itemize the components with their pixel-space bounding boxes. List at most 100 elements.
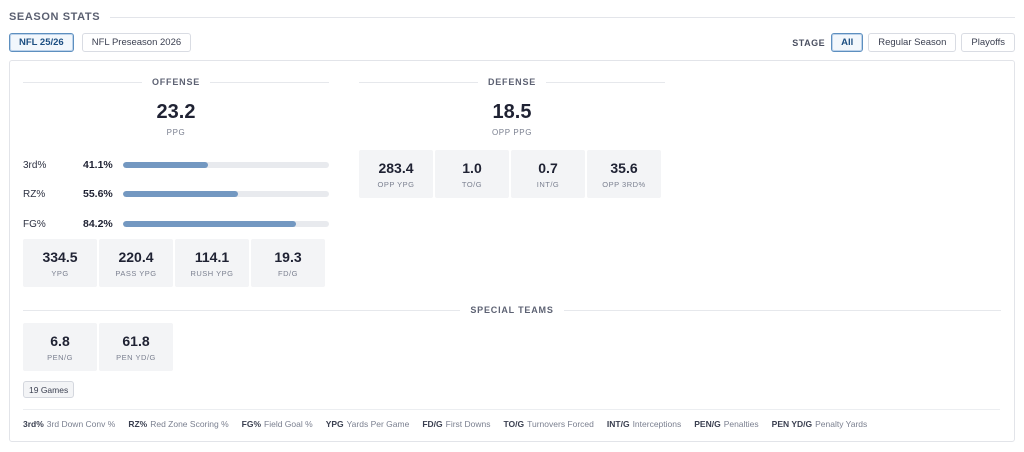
legend-key: RZ% xyxy=(128,419,148,429)
legend-item: PEN YD/G Penalty Yards xyxy=(772,419,868,429)
defense-title: DEFENSE xyxy=(487,77,537,87)
divider xyxy=(546,81,666,83)
defense-section-header: DEFENSE xyxy=(359,76,666,88)
offense-section-header: OFFENSE xyxy=(23,76,330,88)
stat-tile-fd-g: 19.3 FD/G xyxy=(251,239,325,287)
legend-desc: First Downs xyxy=(445,419,491,429)
stat-bar-3rd: 3rd% 41.1% xyxy=(23,158,329,172)
legend-key: INT/G xyxy=(606,419,630,429)
stat-tile-value: 61.8 xyxy=(122,332,150,349)
stats-panel: OFFENSE 23.2 PPG 3rd% 41.1% RZ% 55.6% FG… xyxy=(9,60,1015,442)
stat-tile-value: 114.1 xyxy=(194,248,230,265)
games-count-badge: 19 Games xyxy=(23,381,75,398)
stat-tile-value: 1.0 xyxy=(462,159,482,176)
legend-divider xyxy=(23,409,1000,410)
legend-key: FD/G xyxy=(422,419,443,429)
stat-bar-label: FG% xyxy=(23,218,46,230)
stat-bar-fg: FG% 84.2% xyxy=(23,217,329,231)
stat-tile-value: 334.5 xyxy=(42,248,78,265)
legend-item: INT/G Interceptions xyxy=(607,419,681,429)
stat-tile-pass-ypg: 220.4 PASS YPG xyxy=(99,239,173,287)
legend-item: PEN/G Penalties xyxy=(694,419,758,429)
stat-tile-label: INT/G xyxy=(536,179,560,189)
progress-fill xyxy=(123,191,238,197)
stat-bar-value: 41.1% xyxy=(83,159,113,171)
stat-tile-label: FD/G xyxy=(278,268,298,278)
stat-tile-ypg: 334.5 YPG xyxy=(23,239,97,287)
stat-tile-value: 35.6 xyxy=(610,159,638,176)
legend-item: RZ% Red Zone Scoring % xyxy=(128,419,228,429)
defense-tiles: 283.4 OPP YPG 1.0 TO/G 0.7 INT/G 35.6 OP… xyxy=(359,150,661,198)
legend-desc: Turnovers Forced xyxy=(527,419,594,429)
stage-label: STAGE xyxy=(792,37,826,48)
legend-key: YPG xyxy=(325,419,344,429)
stat-bar-label: RZ% xyxy=(23,188,46,200)
legend-desc: Penalty Yards xyxy=(815,419,868,429)
stat-tile-to-g: 1.0 TO/G xyxy=(435,150,509,198)
offense-ppg-value: 23.2 xyxy=(156,101,196,123)
legend-desc: Red Zone Scoring % xyxy=(150,419,229,429)
stat-tile-value: 19.3 xyxy=(274,248,302,265)
legend-desc: Interceptions xyxy=(632,419,682,429)
legend-desc: Yards Per Game xyxy=(346,419,410,429)
divider xyxy=(23,309,461,311)
legend-key: TO/G xyxy=(503,419,525,429)
progress-fill xyxy=(123,221,297,227)
stat-tile-value: 6.8 xyxy=(50,332,70,349)
offense-tiles: 334.5 YPG 220.4 PASS YPG 114.1 RUSH YPG … xyxy=(23,239,325,287)
stat-tile-pen-yd-g: 61.8 PEN YD/G xyxy=(99,323,173,371)
stat-bar-value: 55.6% xyxy=(83,188,113,200)
legend-item: FD/G First Downs xyxy=(422,419,490,429)
stat-tile-int-g: 0.7 INT/G xyxy=(511,150,585,198)
special-teams-tiles: 6.8 PEN/G 61.8 PEN YD/G xyxy=(23,323,173,371)
divider xyxy=(563,309,1001,311)
legend-desc: 3rd Down Conv % xyxy=(46,419,116,429)
stat-tile-label: OPP YPG xyxy=(377,179,415,189)
defense-opp-ppg-value: 18.5 xyxy=(492,101,532,123)
stat-tile-label: YPG xyxy=(51,268,69,278)
offense-title: OFFENSE xyxy=(151,77,201,87)
stat-tile-label: PASS YPG xyxy=(115,268,157,278)
abbreviation-legend: 3rd% 3rd Down Conv % RZ% Red Zone Scoring … xyxy=(23,419,867,429)
header-divider xyxy=(110,16,1015,18)
legend-item: YPG Yards Per Game xyxy=(326,419,410,429)
stat-tile-opp-ypg: 283.4 OPP YPG xyxy=(359,150,433,198)
legend-item: 3rd% 3rd Down Conv % xyxy=(23,419,115,429)
stage-button-regular-season[interactable]: Regular Season xyxy=(868,33,957,52)
progress-track xyxy=(123,162,329,168)
offense-ppg-label: PPG xyxy=(166,128,186,137)
progress-fill xyxy=(123,162,208,168)
legend-item: FG% Field Goal % xyxy=(242,419,313,429)
legend-item: TO/G Turnovers Forced xyxy=(504,419,594,429)
stat-tile-value: 283.4 xyxy=(378,159,414,176)
stat-tile-pen-g: 6.8 PEN/G xyxy=(23,323,97,371)
stat-bar-rz: RZ% 55.6% xyxy=(23,187,329,201)
stat-tile-rush-ypg: 114.1 RUSH YPG xyxy=(175,239,249,287)
page-title: SEASON STATS xyxy=(9,11,101,23)
stat-bar-value: 84.2% xyxy=(83,218,113,230)
legend-desc: Field Goal % xyxy=(264,419,313,429)
legend-key: PEN YD/G xyxy=(771,419,813,429)
stat-tile-label: PEN YD/G xyxy=(116,352,156,362)
legend-key: PEN/G xyxy=(694,419,721,429)
season-stats-header: SEASON STATS xyxy=(9,9,1015,25)
divider xyxy=(210,81,330,83)
stage-button-playoffs[interactable]: Playoffs xyxy=(961,33,1015,52)
season-selector: NFL 25/26 NFL Preseason 2026 xyxy=(9,33,192,52)
legend-key: FG% xyxy=(241,419,262,429)
stat-tile-label: OPP 3RD% xyxy=(602,179,646,189)
defense-opp-ppg-label: OPP PPG xyxy=(491,128,533,137)
season-button-nfl-preseason-2026[interactable]: NFL Preseason 2026 xyxy=(81,33,192,52)
stage-button-all[interactable]: All xyxy=(831,33,864,52)
progress-track xyxy=(123,191,329,197)
legend-key: 3rd% xyxy=(23,419,44,429)
special-teams-title: SPECIAL TEAMS xyxy=(470,305,554,315)
legend-desc: Penalties xyxy=(723,419,759,429)
stat-tile-label: PEN/G xyxy=(47,352,73,362)
stat-tile-opp-3rd: 35.6 OPP 3RD% xyxy=(587,150,661,198)
progress-track xyxy=(123,221,329,227)
stat-tile-label: RUSH YPG xyxy=(190,268,234,278)
special-teams-section-header: SPECIAL TEAMS xyxy=(23,304,1001,316)
stat-tile-label: TO/G xyxy=(461,179,483,189)
season-button-nfl-25-26[interactable]: NFL 25/26 xyxy=(9,33,74,52)
